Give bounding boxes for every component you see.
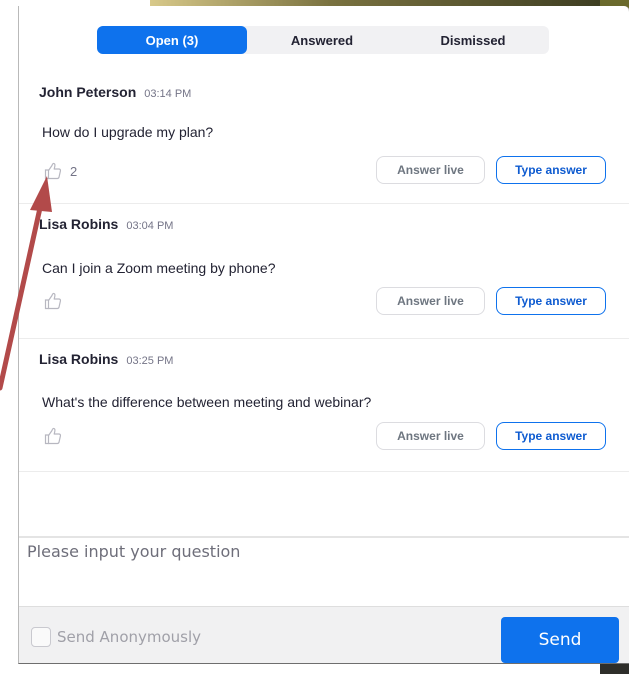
- like-count: 2: [70, 163, 78, 179]
- question-time: 03:25 PM: [126, 355, 174, 367]
- question-header: Lisa Robins 03:25 PM: [39, 351, 173, 367]
- qa-window: Open (3) Answered Dismissed John Peterso…: [18, 6, 629, 664]
- thumbs-up-icon: [44, 162, 62, 180]
- thumbs-up-icon: [44, 427, 62, 445]
- tab-dismissed[interactable]: Dismissed: [397, 26, 549, 54]
- thumbs-up-icon: [44, 292, 62, 310]
- question-item: Lisa Robins 03:04 PM Can I join a Zoom m…: [19, 204, 629, 339]
- answer-live-button[interactable]: Answer live: [376, 287, 485, 315]
- tab-answered[interactable]: Answered: [247, 26, 397, 54]
- question-author: Lisa Robins: [39, 351, 119, 367]
- question-author: Lisa Robins: [39, 216, 119, 232]
- question-text: How do I upgrade my plan?: [42, 124, 214, 140]
- tab-open[interactable]: Open (3): [97, 26, 247, 54]
- question-time: 03:04 PM: [126, 220, 174, 232]
- composer-footer: Send Anonymously Send: [19, 606, 629, 663]
- like-button[interactable]: [43, 291, 63, 311]
- type-answer-button[interactable]: Type answer: [496, 156, 606, 184]
- question-input[interactable]: [27, 542, 607, 602]
- send-anonymously-checkbox[interactable]: Send Anonymously: [31, 627, 201, 647]
- question-header: John Peterson 03:14 PM: [39, 84, 191, 100]
- like-button[interactable]: 2: [43, 161, 77, 181]
- question-header: Lisa Robins 03:04 PM: [39, 216, 173, 232]
- answer-live-button[interactable]: Answer live: [376, 156, 485, 184]
- qa-tabs: Open (3) Answered Dismissed: [97, 26, 549, 54]
- like-button[interactable]: [43, 426, 63, 446]
- question-item: Lisa Robins 03:25 PM What's the differen…: [19, 339, 629, 472]
- composer-divider: [19, 536, 629, 538]
- question-text: What's the difference between meeting an…: [42, 394, 372, 410]
- question-time: 03:14 PM: [144, 88, 192, 100]
- send-button[interactable]: Send: [501, 617, 619, 663]
- question-author: John Peterson: [39, 84, 137, 100]
- type-answer-button[interactable]: Type answer: [496, 422, 606, 450]
- type-answer-button[interactable]: Type answer: [496, 287, 606, 315]
- answer-live-button[interactable]: Answer live: [376, 422, 485, 450]
- question-text: Can I join a Zoom meeting by phone?: [42, 260, 276, 276]
- send-anonymously-label: Send Anonymously: [57, 628, 202, 646]
- question-item: John Peterson 03:14 PM How do I upgrade …: [19, 72, 629, 204]
- checkbox-box[interactable]: [31, 627, 51, 647]
- background-left: [0, 0, 18, 674]
